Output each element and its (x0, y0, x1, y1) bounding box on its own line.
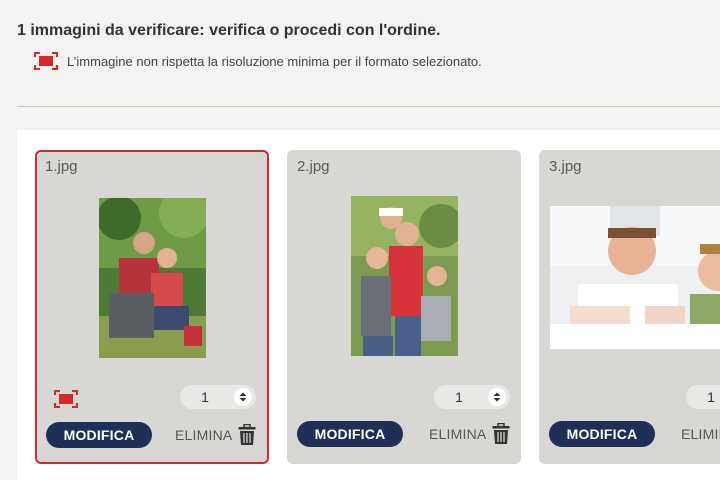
delete-label: ELIMINA (175, 427, 233, 443)
image-filename: 1.jpg (45, 158, 78, 175)
trash-icon (492, 423, 510, 444)
quantity-value: 1 (455, 389, 463, 405)
image-filename: 3.jpg (549, 158, 582, 175)
delete-button[interactable]: ELIMINA (681, 423, 720, 445)
delete-label: ELIMINA (429, 426, 487, 442)
delete-button[interactable]: ELIMINA (175, 424, 256, 446)
up-down-arrows-icon[interactable] (488, 388, 506, 406)
image-card-2[interactable]: 2.jpg 1 MODIFICA ELIMINA (287, 150, 521, 464)
quantity-stepper[interactable]: 1 (180, 385, 256, 409)
image-filename: 2.jpg (297, 158, 330, 175)
family-photo (351, 196, 458, 356)
modify-button[interactable]: MODIFICA (549, 421, 655, 447)
image-thumbnail[interactable] (351, 196, 458, 356)
modify-button[interactable]: MODIFICA (297, 421, 403, 447)
quantity-value: 1 (707, 389, 715, 405)
page-header: 1 immagini da verificare: verifica o pro… (0, 0, 720, 130)
delete-label: ELIMINA (681, 426, 720, 442)
delete-button[interactable]: ELIMINA (429, 423, 510, 445)
divider (17, 106, 720, 107)
modify-button[interactable]: MODIFICA (46, 422, 152, 448)
image-thumbnail[interactable] (550, 206, 720, 349)
low-resolution-icon (54, 390, 78, 408)
page-title: 1 immagini da verificare: verifica o pro… (17, 22, 441, 39)
quantity-value: 1 (201, 389, 209, 405)
quantity-stepper[interactable]: 1 (686, 385, 720, 409)
resolution-warning-legend: L’immagine non rispetta la risoluzione m… (34, 52, 482, 70)
image-thumbnail[interactable] (99, 198, 206, 358)
resolution-warning-text: L’immagine non rispetta la risoluzione m… (67, 53, 482, 69)
father-son-photo (550, 206, 720, 349)
image-card-1[interactable]: 1.jpg 1 MODIFICA ELIMINA (35, 150, 269, 464)
quantity-stepper[interactable]: 1 (434, 385, 510, 409)
low-resolution-icon (34, 52, 58, 70)
images-panel: 1.jpg 1 MODIFICA ELIMINA 2.jpg 1 MODIFIC… (17, 130, 720, 480)
image-card-3[interactable]: 3.jpg 1 MODIFICA ELIMI (539, 150, 720, 464)
trash-icon (238, 424, 256, 445)
up-down-arrows-icon[interactable] (234, 388, 252, 406)
couple-photo (99, 198, 206, 358)
